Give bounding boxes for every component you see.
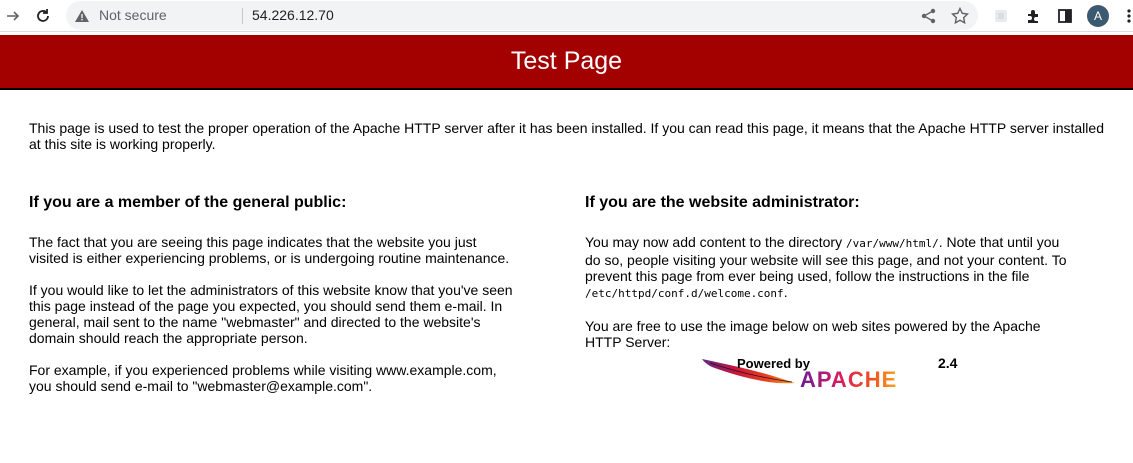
apache-powered-by-logo: Powered by APACHE 2.4	[702, 355, 958, 392]
profile-avatar[interactable]: A	[1087, 5, 1109, 27]
admin-heading: If you are the website administrator:	[585, 194, 860, 211]
welcome-conf-path: /etc/httpd/conf.d/welcome.conf	[585, 287, 784, 300]
address-bar[interactable]: Not secure 54.226.12.70	[66, 1, 978, 30]
share-icon[interactable]	[920, 7, 938, 25]
public-heading: If you are a member of the general publi…	[29, 194, 347, 211]
public-paragraph-3: For example, if you experienced problems…	[29, 362, 497, 394]
extensions-icon[interactable]	[1022, 5, 1044, 27]
intro-paragraph: This page is used to test the proper ope…	[29, 120, 1104, 152]
apache-version-label: 2.4	[938, 355, 958, 371]
admin-p1-text-c: .	[783, 284, 788, 300]
page-banner: Test Page	[0, 35, 1133, 90]
menu-dots-icon[interactable]	[1118, 5, 1133, 27]
warning-icon[interactable]	[74, 8, 90, 24]
public-section: If you are a member of the general publi…	[29, 194, 519, 410]
omnibox-divider	[242, 8, 243, 24]
html-directory-path: /var/www/html/	[845, 237, 939, 250]
admin-section: If you are the website administrator: Yo…	[585, 194, 1075, 366]
extension-puzzle-gray-icon[interactable]	[990, 5, 1012, 27]
security-status[interactable]: Not secure	[99, 7, 167, 23]
apache-name-label: APACHE	[800, 367, 897, 392]
url-text[interactable]: 54.226.12.70	[252, 7, 334, 23]
admin-p1-text-a: You may now add content to the directory	[585, 234, 846, 250]
side-panel-icon[interactable]	[1054, 5, 1076, 27]
browser-toolbar: Not secure 54.226.12.70 A	[0, 0, 1133, 32]
reload-icon[interactable]	[32, 5, 54, 27]
forward-arrow-icon[interactable]	[2, 5, 24, 27]
admin-paragraph-1: You may now add content to the directory…	[585, 234, 1075, 302]
public-paragraph-2: If you would like to let the administrat…	[29, 282, 513, 346]
admin-paragraph-2: You are free to use the image below on w…	[585, 318, 1041, 350]
public-paragraph-1: The fact that you are seeing this page i…	[29, 234, 510, 266]
page-title: Test Page	[510, 47, 623, 75]
bookmark-star-icon[interactable]	[951, 7, 969, 25]
